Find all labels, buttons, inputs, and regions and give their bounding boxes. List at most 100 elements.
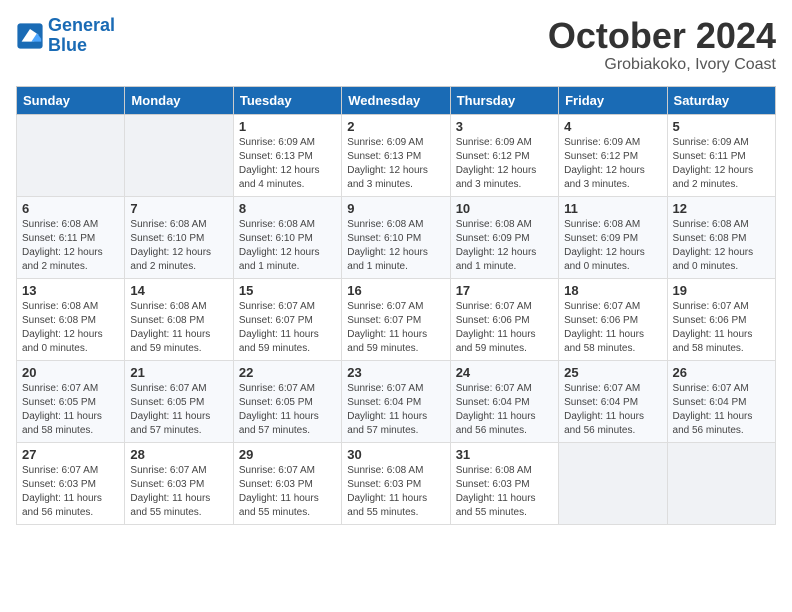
day-info: Sunrise: 6:07 AM Sunset: 6:04 PM Dayligh…: [456, 382, 553, 438]
day-number: 30: [347, 447, 444, 462]
logo-icon: [16, 22, 44, 50]
calendar-cell: 10 Sunrise: 6:08 AM Sunset: 6:09 PM Dayli…: [450, 196, 558, 278]
calendar-cell: 20 Sunrise: 6:07 AM Sunset: 6:05 PM Dayli…: [17, 360, 125, 442]
day-info: Sunrise: 6:08 AM Sunset: 6:10 PM Dayligh…: [239, 218, 336, 274]
calendar-cell: 15 Sunrise: 6:07 AM Sunset: 6:07 PM Dayli…: [233, 278, 341, 360]
day-info: Sunrise: 6:08 AM Sunset: 6:10 PM Dayligh…: [130, 218, 227, 274]
calendar-cell: 24 Sunrise: 6:07 AM Sunset: 6:04 PM Dayli…: [450, 360, 558, 442]
day-number: 19: [673, 283, 770, 298]
calendar-cell: 16 Sunrise: 6:07 AM Sunset: 6:07 PM Dayli…: [342, 278, 450, 360]
day-info: Sunrise: 6:08 AM Sunset: 6:09 PM Dayligh…: [456, 218, 553, 274]
day-info: Sunrise: 6:07 AM Sunset: 6:05 PM Dayligh…: [239, 382, 336, 438]
day-of-week-header: Sunday: [17, 86, 125, 114]
calendar-week-row: 1 Sunrise: 6:09 AM Sunset: 6:13 PM Daylig…: [17, 114, 776, 196]
day-info: Sunrise: 6:08 AM Sunset: 6:08 PM Dayligh…: [22, 300, 119, 356]
day-number: 21: [130, 365, 227, 380]
calendar-table: SundayMondayTuesdayWednesdayThursdayFrid…: [16, 86, 776, 525]
day-number: 10: [456, 201, 553, 216]
day-info: Sunrise: 6:09 AM Sunset: 6:13 PM Dayligh…: [347, 136, 444, 192]
logo-line1: General: [48, 15, 115, 35]
calendar-cell: 22 Sunrise: 6:07 AM Sunset: 6:05 PM Dayli…: [233, 360, 341, 442]
day-number: 4: [564, 119, 661, 134]
day-number: 20: [22, 365, 119, 380]
day-number: 8: [239, 201, 336, 216]
day-info: Sunrise: 6:08 AM Sunset: 6:03 PM Dayligh…: [347, 464, 444, 520]
day-info: Sunrise: 6:08 AM Sunset: 6:08 PM Dayligh…: [130, 300, 227, 356]
day-of-week-header: Thursday: [450, 86, 558, 114]
day-number: 2: [347, 119, 444, 134]
calendar-cell: 11Sunrise: 6:08 AM Sunset: 6:09 PM Dayli…: [559, 196, 667, 278]
day-info: Sunrise: 6:08 AM Sunset: 6:03 PM Dayligh…: [456, 464, 553, 520]
calendar-week-row: 13 Sunrise: 6:08 AM Sunset: 6:08 PM Dayli…: [17, 278, 776, 360]
calendar-week-row: 20 Sunrise: 6:07 AM Sunset: 6:05 PM Dayli…: [17, 360, 776, 442]
day-info: Sunrise: 6:07 AM Sunset: 6:07 PM Dayligh…: [347, 300, 444, 356]
day-info: Sunrise: 6:09 AM Sunset: 6:11 PM Dayligh…: [673, 136, 770, 192]
day-number: 3: [456, 119, 553, 134]
calendar-cell: [559, 442, 667, 524]
day-number: 25: [564, 365, 661, 380]
day-info: Sunrise: 6:07 AM Sunset: 6:03 PM Dayligh…: [22, 464, 119, 520]
calendar-cell: 26 Sunrise: 6:07 AM Sunset: 6:04 PM Dayli…: [667, 360, 775, 442]
day-info: Sunrise: 6:09 AM Sunset: 6:12 PM Dayligh…: [456, 136, 553, 192]
calendar-cell: 29 Sunrise: 6:07 AM Sunset: 6:03 PM Dayli…: [233, 442, 341, 524]
calendar-cell: 4 Sunrise: 6:09 AM Sunset: 6:12 PM Daylig…: [559, 114, 667, 196]
calendar-cell: 21 Sunrise: 6:07 AM Sunset: 6:05 PM Dayli…: [125, 360, 233, 442]
calendar-cell: 28Sunrise: 6:07 AM Sunset: 6:03 PM Dayli…: [125, 442, 233, 524]
day-number: 16: [347, 283, 444, 298]
calendar-cell: 30 Sunrise: 6:08 AM Sunset: 6:03 PM Dayli…: [342, 442, 450, 524]
calendar-cell: 7 Sunrise: 6:08 AM Sunset: 6:10 PM Daylig…: [125, 196, 233, 278]
day-info: Sunrise: 6:08 AM Sunset: 6:09 PM Dayligh…: [564, 218, 661, 274]
day-info: Sunrise: 6:07 AM Sunset: 6:04 PM Dayligh…: [673, 382, 770, 438]
day-info: Sunrise: 6:07 AM Sunset: 6:04 PM Dayligh…: [347, 382, 444, 438]
calendar-cell: 1 Sunrise: 6:09 AM Sunset: 6:13 PM Daylig…: [233, 114, 341, 196]
calendar-cell: 12 Sunrise: 6:08 AM Sunset: 6:08 PM Dayli…: [667, 196, 775, 278]
day-info: Sunrise: 6:07 AM Sunset: 6:05 PM Dayligh…: [130, 382, 227, 438]
day-info: Sunrise: 6:07 AM Sunset: 6:03 PM Dayligh…: [239, 464, 336, 520]
day-info: Sunrise: 6:09 AM Sunset: 6:12 PM Dayligh…: [564, 136, 661, 192]
logo: General Blue: [16, 16, 115, 56]
day-number: 12: [673, 201, 770, 216]
day-number: 24: [456, 365, 553, 380]
day-info: Sunrise: 6:07 AM Sunset: 6:06 PM Dayligh…: [673, 300, 770, 356]
day-of-week-header: Monday: [125, 86, 233, 114]
day-info: Sunrise: 6:09 AM Sunset: 6:13 PM Dayligh…: [239, 136, 336, 192]
day-number: 14: [130, 283, 227, 298]
day-number: 6: [22, 201, 119, 216]
day-number: 22: [239, 365, 336, 380]
calendar-cell: 18 Sunrise: 6:07 AM Sunset: 6:06 PM Dayli…: [559, 278, 667, 360]
day-of-week-header: Wednesday: [342, 86, 450, 114]
calendar-cell: 14 Sunrise: 6:08 AM Sunset: 6:08 PM Dayli…: [125, 278, 233, 360]
day-info: Sunrise: 6:07 AM Sunset: 6:07 PM Dayligh…: [239, 300, 336, 356]
day-number: 29: [239, 447, 336, 462]
calendar-week-row: 6Sunrise: 6:08 AM Sunset: 6:11 PM Daylig…: [17, 196, 776, 278]
day-number: 5: [673, 119, 770, 134]
calendar-cell: 2 Sunrise: 6:09 AM Sunset: 6:13 PM Daylig…: [342, 114, 450, 196]
day-info: Sunrise: 6:07 AM Sunset: 6:06 PM Dayligh…: [456, 300, 553, 356]
logo-line2: Blue: [48, 35, 87, 55]
day-number: 26: [673, 365, 770, 380]
day-number: 7: [130, 201, 227, 216]
day-number: 18: [564, 283, 661, 298]
calendar-cell: 5 Sunrise: 6:09 AM Sunset: 6:11 PM Daylig…: [667, 114, 775, 196]
day-number: 27: [22, 447, 119, 462]
calendar-cell: 13 Sunrise: 6:08 AM Sunset: 6:08 PM Dayli…: [17, 278, 125, 360]
calendar-cell: 25Sunrise: 6:07 AM Sunset: 6:04 PM Dayli…: [559, 360, 667, 442]
calendar-cell: [17, 114, 125, 196]
calendar-cell: 17Sunrise: 6:07 AM Sunset: 6:06 PM Dayli…: [450, 278, 558, 360]
day-info: Sunrise: 6:07 AM Sunset: 6:06 PM Dayligh…: [564, 300, 661, 356]
logo-text: General Blue: [48, 16, 115, 56]
day-number: 28: [130, 447, 227, 462]
header: General Blue October 2024 Grobiakoko, Iv…: [16, 16, 776, 74]
day-info: Sunrise: 6:07 AM Sunset: 6:05 PM Dayligh…: [22, 382, 119, 438]
calendar-cell: 19 Sunrise: 6:07 AM Sunset: 6:06 PM Dayli…: [667, 278, 775, 360]
calendar-week-row: 27 Sunrise: 6:07 AM Sunset: 6:03 PM Dayli…: [17, 442, 776, 524]
day-number: 23: [347, 365, 444, 380]
location-subtitle: Grobiakoko, Ivory Coast: [548, 56, 776, 74]
day-number: 1: [239, 119, 336, 134]
month-title: October 2024: [548, 16, 776, 56]
day-of-week-header: Friday: [559, 86, 667, 114]
calendar-cell: 31Sunrise: 6:08 AM Sunset: 6:03 PM Dayli…: [450, 442, 558, 524]
day-number: 15: [239, 283, 336, 298]
day-number: 13: [22, 283, 119, 298]
day-info: Sunrise: 6:08 AM Sunset: 6:08 PM Dayligh…: [673, 218, 770, 274]
